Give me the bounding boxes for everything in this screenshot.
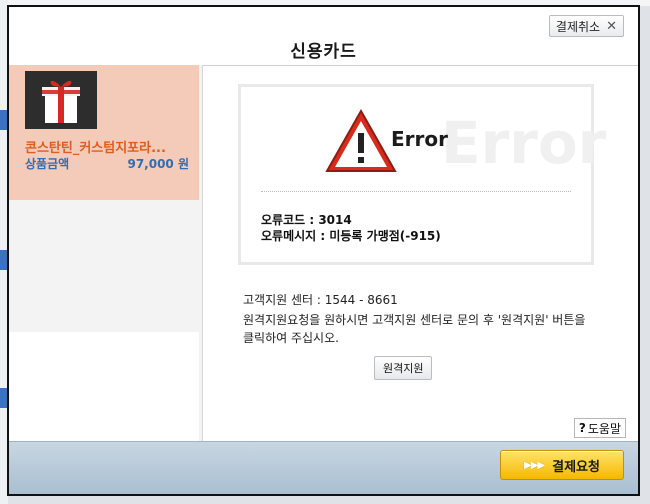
triple-arrow-icon: ▶▶▶ (524, 459, 545, 471)
support-center-line: 고객지원 센터 : 1544 - 8661 (243, 293, 398, 307)
support-instruction-2: 클릭하여 주십시오. (243, 331, 339, 345)
error-code: 오류코드 : 3014 (261, 213, 352, 227)
dialog-title: 신용카드 (290, 42, 357, 62)
dialog-header: 신용카드 결제취소 ✕ (9, 7, 638, 66)
help-label: 도움말 (587, 421, 621, 436)
request-payment-label: 결제요청 (552, 459, 600, 475)
close-x-icon: ✕ (606, 18, 617, 34)
product-thumbnail (25, 71, 97, 129)
price-value: 97,000 원 (127, 157, 189, 171)
price-label: 상품금액 (25, 157, 70, 171)
remote-support-label: 원격지원 (383, 362, 424, 375)
product-panel: 콘스탄틴_커스텀지포라... 상품금액 97,000 원 (9, 65, 203, 443)
error-title: Error (391, 127, 448, 151)
dialog-footer: ▶▶▶ 결제요청 (9, 441, 638, 494)
cancel-payment-label: 결제취소 (555, 19, 601, 34)
error-box: Error Error 오류코드 : 3014 오류메시지 : 미등록 가맹점(… (238, 84, 606, 265)
error-divider (261, 191, 571, 192)
help-question-icon: ? (578, 421, 586, 435)
cancel-payment-button[interactable]: 결제취소 ✕ (548, 15, 624, 37)
side-blank-area (9, 332, 199, 443)
error-message: 오류메시지 : 미등록 가맹점(-915) (261, 229, 441, 243)
product-name: 콘스탄틴_커스텀지포라... (25, 141, 166, 156)
remote-support-button[interactable]: 원격지원 (374, 356, 433, 380)
error-watermark: Error (441, 109, 607, 177)
gift-icon (25, 71, 97, 129)
support-instruction-1: 원격지원요청을 원하시면 고객지원 센터로 문의 후 '원격지원' 버튼을 (243, 313, 586, 327)
product-summary: 콘스탄틴_커스텀지포라... 상품금액 97,000 원 (9, 65, 199, 200)
warning-triangle-icon (325, 108, 397, 172)
payment-dialog: 신용카드 결제취소 ✕ 콘스탄틴_커스텀지포라... 상품금액 97,000 원… (7, 5, 640, 496)
request-payment-button[interactable]: ▶▶▶ 결제요청 (500, 450, 624, 480)
help-button[interactable]: ? 도움말 (573, 418, 626, 438)
